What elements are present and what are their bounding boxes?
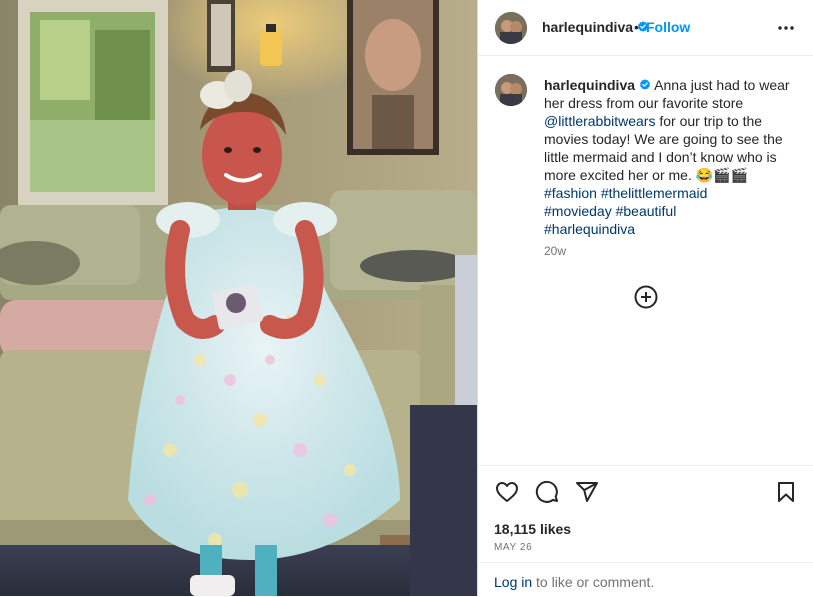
add-comment-icon[interactable] [634,285,658,309]
username-text[interactable]: harlequindiva [542,19,633,35]
login-prompt: Log in to like or comment. [478,562,813,597]
post-header: harlequindiva • Follow [478,0,813,56]
heart-icon[interactable] [495,480,519,504]
like-count[interactable]: 18,115 likes [494,521,571,537]
caption-mention-link[interactable]: @littlerabbitwears [544,113,655,129]
share-icon[interactable] [575,480,599,504]
bookmark-icon[interactable] [774,480,798,504]
post-caption: harlequindiva Anna just had to wear her … [544,76,794,238]
login-prompt-text: Log in to like or comment. [494,574,654,590]
caption-timestamp[interactable]: 20w [544,244,566,258]
instagram-post: harlequindiva • Follow harlequindiva Ann… [0,0,813,596]
action-bar [478,465,813,466]
follow-button[interactable]: Follow [646,19,690,35]
hashtag-link[interactable]: #harlequindiva [544,221,635,237]
hashtag-link[interactable]: #thelittlemermaid [601,185,708,201]
caption-emoji: 😂🎬🎬 [695,167,749,183]
hashtag-link[interactable]: #beautiful [616,203,677,219]
caption-verified-badge-icon [639,77,651,90]
hashtag-link[interactable]: #movieday [544,203,612,219]
caption-avatar[interactable] [495,74,527,106]
avatar[interactable] [495,12,527,44]
caption-avatar-image [495,74,527,106]
login-link[interactable]: Log in [494,574,532,590]
caption-username[interactable]: harlequindiva [544,77,635,93]
post-date: MAY 26 [494,542,533,553]
comment-icon[interactable] [535,480,559,504]
photo-illustration [0,0,477,596]
post-author-username[interactable]: harlequindiva [542,19,649,35]
header-separator: • [634,19,639,35]
post-photo[interactable] [0,0,477,596]
avatar-image [495,12,527,44]
more-options-icon[interactable] [776,18,796,38]
hashtag-link[interactable]: #fashion [544,185,597,201]
post-side-panel: harlequindiva • Follow harlequindiva Ann… [477,0,813,596]
login-suffix: to like or comment. [532,574,655,590]
